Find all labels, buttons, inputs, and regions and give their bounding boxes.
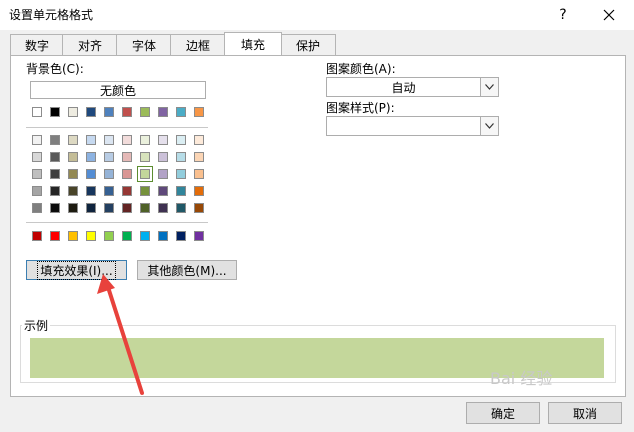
palette-separator bbox=[26, 127, 208, 128]
tab-border[interactable]: 边框 bbox=[170, 34, 226, 55]
ok-button[interactable]: 确定 bbox=[466, 402, 540, 424]
color-swatch[interactable] bbox=[104, 203, 114, 213]
standard-color-swatch[interactable] bbox=[176, 231, 186, 241]
pattern-color-label: 图案颜色(A): bbox=[326, 62, 396, 76]
color-swatch[interactable] bbox=[104, 186, 114, 196]
standard-color-swatch[interactable] bbox=[104, 231, 114, 241]
color-swatch[interactable] bbox=[176, 169, 186, 179]
color-swatch[interactable] bbox=[122, 169, 132, 179]
color-swatch[interactable] bbox=[50, 186, 60, 196]
cancel-button[interactable]: 取消 bbox=[548, 402, 622, 424]
format-cells-dialog: 设置单元格格式 ? 数字 对齐 字体 边框 填充 保护 背景色(C): 无颜色 … bbox=[0, 0, 634, 432]
standard-color-swatch[interactable] bbox=[194, 231, 204, 241]
color-swatch[interactable] bbox=[104, 169, 114, 179]
color-swatch[interactable] bbox=[158, 152, 168, 162]
color-swatch[interactable] bbox=[158, 107, 168, 117]
color-swatch[interactable] bbox=[122, 186, 132, 196]
chevron-down-icon[interactable] bbox=[480, 117, 498, 135]
tab-font[interactable]: 字体 bbox=[116, 34, 172, 55]
watermark: Bai 经验 bbox=[490, 369, 553, 388]
color-swatch[interactable] bbox=[50, 107, 60, 117]
red-arrow-annotation bbox=[97, 274, 144, 395]
color-swatch[interactable] bbox=[140, 135, 150, 145]
tab-fill[interactable]: 填充 bbox=[224, 32, 282, 55]
color-swatch[interactable] bbox=[122, 152, 132, 162]
color-swatch[interactable] bbox=[68, 203, 78, 213]
color-swatch[interactable] bbox=[176, 135, 186, 145]
color-swatch[interactable] bbox=[158, 203, 168, 213]
color-swatch[interactable] bbox=[86, 107, 96, 117]
color-swatch[interactable] bbox=[32, 186, 42, 196]
color-swatch[interactable] bbox=[86, 169, 96, 179]
color-swatch[interactable] bbox=[194, 107, 204, 117]
standard-color-swatch[interactable] bbox=[122, 231, 132, 241]
color-swatch[interactable] bbox=[104, 152, 114, 162]
color-swatch[interactable] bbox=[194, 169, 204, 179]
color-swatch[interactable] bbox=[86, 203, 96, 213]
tab-alignment[interactable]: 对齐 bbox=[62, 34, 118, 55]
standard-color-swatch[interactable] bbox=[32, 231, 42, 241]
color-swatch[interactable] bbox=[32, 135, 42, 145]
color-swatch[interactable] bbox=[158, 169, 168, 179]
tab-number[interactable]: 数字 bbox=[10, 34, 64, 55]
color-swatch[interactable] bbox=[194, 135, 204, 145]
pattern-color-select[interactable]: 自动 bbox=[326, 77, 499, 97]
color-swatch[interactable] bbox=[176, 152, 186, 162]
help-button[interactable]: ? bbox=[546, 2, 580, 28]
close-icon bbox=[603, 9, 615, 21]
color-swatch[interactable] bbox=[122, 135, 132, 145]
color-swatch[interactable] bbox=[176, 107, 186, 117]
chevron-down-icon[interactable] bbox=[480, 78, 498, 96]
color-swatch[interactable] bbox=[50, 152, 60, 162]
color-swatch[interactable] bbox=[158, 186, 168, 196]
close-button[interactable] bbox=[591, 2, 627, 28]
color-swatch[interactable] bbox=[68, 135, 78, 145]
standard-color-swatch[interactable] bbox=[68, 231, 78, 241]
dialog-title: 设置单元格格式 bbox=[9, 8, 94, 22]
color-swatch[interactable] bbox=[86, 135, 96, 145]
palette-separator bbox=[26, 222, 208, 223]
tab-protection[interactable]: 保护 bbox=[280, 34, 336, 55]
color-swatch[interactable] bbox=[32, 107, 42, 117]
color-swatch[interactable] bbox=[50, 169, 60, 179]
standard-color-swatch[interactable] bbox=[50, 231, 60, 241]
color-swatch[interactable] bbox=[140, 186, 150, 196]
color-swatch[interactable] bbox=[68, 186, 78, 196]
color-swatch[interactable] bbox=[32, 152, 42, 162]
color-swatch[interactable] bbox=[158, 135, 168, 145]
color-swatch[interactable] bbox=[140, 152, 150, 162]
color-swatch[interactable] bbox=[68, 107, 78, 117]
sample-label: 示例 bbox=[22, 317, 51, 334]
color-swatch[interactable] bbox=[140, 203, 150, 213]
color-swatch[interactable] bbox=[140, 107, 150, 117]
color-swatch[interactable] bbox=[32, 203, 42, 213]
color-swatch[interactable] bbox=[104, 107, 114, 117]
color-swatch[interactable] bbox=[50, 203, 60, 213]
color-swatch[interactable] bbox=[176, 203, 186, 213]
standard-color-swatch[interactable] bbox=[158, 231, 168, 241]
color-swatch[interactable] bbox=[122, 203, 132, 213]
no-color-button[interactable]: 无颜色 bbox=[30, 81, 206, 99]
color-swatch[interactable] bbox=[104, 135, 114, 145]
color-swatch[interactable] bbox=[194, 152, 204, 162]
color-swatch[interactable] bbox=[68, 169, 78, 179]
color-swatch[interactable] bbox=[137, 166, 153, 182]
color-swatch[interactable] bbox=[32, 169, 42, 179]
color-swatch[interactable] bbox=[194, 203, 204, 213]
pattern-color-value: 自动 bbox=[391, 81, 416, 95]
color-swatch[interactable] bbox=[50, 135, 60, 145]
color-swatch[interactable] bbox=[86, 186, 96, 196]
pattern-style-select[interactable] bbox=[326, 116, 499, 136]
title-bar: 设置单元格格式 ? bbox=[0, 0, 634, 30]
more-colors-button[interactable]: 其他颜色(M)... bbox=[137, 260, 237, 280]
color-swatch[interactable] bbox=[122, 107, 132, 117]
background-color-label: 背景色(C): bbox=[26, 62, 84, 76]
standard-color-swatch[interactable] bbox=[140, 231, 150, 241]
standard-color-swatch[interactable] bbox=[86, 231, 96, 241]
color-swatch[interactable] bbox=[68, 152, 78, 162]
color-swatch[interactable] bbox=[176, 186, 186, 196]
pattern-style-label: 图案样式(P): bbox=[326, 101, 395, 115]
color-swatch[interactable] bbox=[86, 152, 96, 162]
color-swatch[interactable] bbox=[194, 186, 204, 196]
